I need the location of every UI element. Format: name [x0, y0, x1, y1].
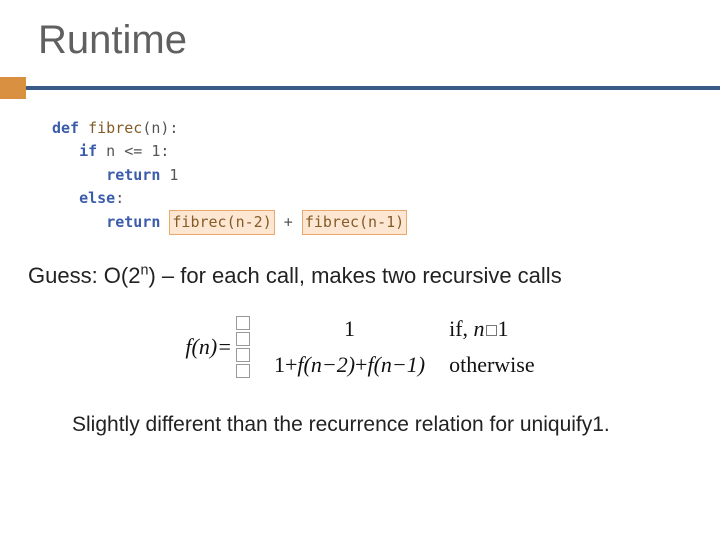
slide: Runtime def fibrec(n): if n <= 1: return… [0, 0, 720, 540]
brace-glyphs [236, 315, 250, 379]
literal-1: 1 [169, 166, 178, 184]
code-line-ret2: return fibrec(n-2) + fibrec(n-1) [52, 210, 720, 235]
call-2: fibrec(n-1) [302, 210, 407, 235]
kw-return2: return [106, 213, 160, 231]
accent-block [0, 77, 26, 99]
code-line-if: if n <= 1: [52, 140, 720, 163]
cond: n <= 1: [97, 142, 169, 160]
code-line-ret1: return 1 [52, 164, 720, 187]
call-1: fibrec(n-2) [169, 210, 274, 235]
title-rule [0, 77, 720, 99]
case2-cond: otherwise [449, 352, 535, 378]
formula-conditions: if, n1 otherwise [449, 316, 535, 378]
code-block: def fibrec(n): if n <= 1: return 1 else:… [0, 99, 720, 235]
kw-if: if [79, 142, 97, 160]
guess-prefix: Guess: O(2 [28, 263, 140, 288]
case1-value: 1 [274, 316, 425, 342]
code-line-else: else: [52, 187, 720, 210]
formula-left: f(n)= [185, 315, 250, 379]
param: (n): [142, 119, 178, 137]
case1-cond: if, n1 [449, 316, 535, 342]
code-line-def: def fibrec(n): [52, 117, 720, 140]
divider-line [26, 86, 720, 90]
case2-value: 1+f(n−2)+f(n−1) [274, 352, 425, 378]
guess-suffix: ) – for each call, makes two recursive c… [148, 263, 561, 288]
slide-title: Runtime [0, 0, 720, 63]
kw-return1: return [106, 166, 160, 184]
box-glyph [486, 325, 497, 336]
kw-else: else [79, 189, 115, 207]
footnote: Slightly different than the recurrence r… [0, 379, 720, 437]
formula-cases: 1 1+f(n−2)+f(n−1) [274, 316, 425, 378]
fn-eq: f(n)= [185, 334, 232, 360]
kw-def: def [52, 119, 79, 137]
fn-name: fibrec [88, 119, 142, 137]
recurrence-formula: f(n)= 1 1+f(n−2)+f(n−1) if, n1 otherwise [0, 315, 720, 379]
plus: + [275, 213, 302, 231]
colon: : [115, 189, 124, 207]
guess-text: Guess: O(2n) – for each call, makes two … [0, 235, 720, 291]
